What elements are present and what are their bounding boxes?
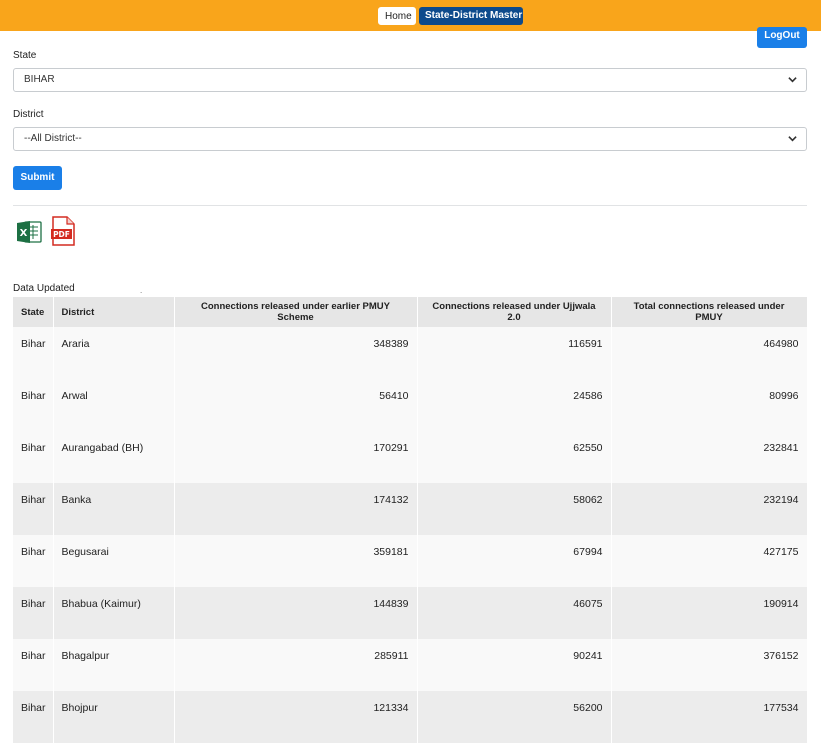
cell-earlier-pmuy: 56410 xyxy=(174,379,418,431)
column-header-ujjwala-2[interactable]: Connections released under Ujjwala 2.0 xyxy=(417,297,612,327)
chevron-down-icon xyxy=(788,77,797,83)
cell-ujjwala-2: 46075 xyxy=(417,587,612,639)
data-updated-value: . xyxy=(140,286,143,295)
cell-district: Arwal xyxy=(53,379,175,431)
table-row: Bihar Bhabua (Kaimur) 144839 46075 19091… xyxy=(13,587,808,639)
cell-district: Bhojpur xyxy=(53,691,175,743)
column-header-earlier-pmuy[interactable]: Connections released under earlier PMUY … xyxy=(174,297,418,327)
cell-total-pmuy: 232194 xyxy=(611,483,808,535)
cell-total-pmuy: 232841 xyxy=(611,431,808,483)
table-header-row: State District Connections released unde… xyxy=(13,297,808,327)
cell-district: Begusarai xyxy=(53,535,175,587)
cell-ujjwala-2: 62550 xyxy=(417,431,612,483)
cell-district: Bhagalpur xyxy=(53,639,175,691)
table-row: Bihar Bhojpur 121334 56200 177534 xyxy=(13,691,808,743)
connections-table: State District Connections released unde… xyxy=(13,297,808,743)
cell-earlier-pmuy: 174132 xyxy=(174,483,418,535)
cell-state: Bihar xyxy=(13,483,54,535)
column-header-district[interactable]: District xyxy=(53,297,175,327)
cell-total-pmuy: 464980 xyxy=(611,327,808,379)
table-row: Bihar Arwal 56410 24586 80996 xyxy=(13,379,808,431)
cell-state: Bihar xyxy=(13,379,54,431)
pdf-icon-text: PDF xyxy=(53,230,70,239)
svg-text:X: X xyxy=(20,228,28,239)
submit-button[interactable]: Submit xyxy=(13,166,62,190)
state-label: State xyxy=(13,50,37,61)
table-row: Bihar Bhagalpur 285911 90241 376152 xyxy=(13,639,808,691)
cell-earlier-pmuy: 144839 xyxy=(174,587,418,639)
cell-state: Bihar xyxy=(13,327,54,379)
divider xyxy=(13,205,807,206)
cell-ujjwala-2: 56200 xyxy=(417,691,612,743)
cell-ujjwala-2: 24586 xyxy=(417,379,612,431)
cell-district: Bhabua (Kaimur) xyxy=(53,587,175,639)
district-label: District xyxy=(13,109,44,120)
column-header-total-pmuy[interactable]: Total connections released under PMUY xyxy=(611,297,808,327)
cell-total-pmuy: 80996 xyxy=(611,379,808,431)
cell-earlier-pmuy: 348389 xyxy=(174,327,418,379)
cell-earlier-pmuy: 285911 xyxy=(174,639,418,691)
cell-total-pmuy: 376152 xyxy=(611,639,808,691)
cell-earlier-pmuy: 170291 xyxy=(174,431,418,483)
cell-district: Aurangabad (BH) xyxy=(53,431,175,483)
table-row: Bihar Araria 348389 116591 464980 xyxy=(13,327,808,379)
cell-ujjwala-2: 90241 xyxy=(417,639,612,691)
top-nav-bar: Home State-District Master xyxy=(0,0,821,31)
home-nav-button[interactable]: Home xyxy=(378,7,416,25)
cell-state: Bihar xyxy=(13,587,54,639)
cell-state: Bihar xyxy=(13,639,54,691)
cell-district: Banka xyxy=(53,483,175,535)
cell-total-pmuy: 190914 xyxy=(611,587,808,639)
district-select-value: --All District-- xyxy=(24,133,82,144)
cell-state: Bihar xyxy=(13,691,54,743)
excel-icon[interactable]: X xyxy=(16,219,42,245)
logout-button[interactable]: LogOut xyxy=(757,27,807,48)
data-updated-label: Data Updated xyxy=(13,283,75,294)
cell-ujjwala-2: 58062 xyxy=(417,483,612,535)
cell-earlier-pmuy: 359181 xyxy=(174,535,418,587)
state-select-value: BIHAR xyxy=(24,74,55,85)
cell-ujjwala-2: 116591 xyxy=(417,327,612,379)
district-select[interactable]: --All District-- xyxy=(13,127,807,151)
table-row: Bihar Begusarai 359181 67994 427175 xyxy=(13,535,808,587)
chevron-down-icon xyxy=(788,136,797,142)
cell-total-pmuy: 177534 xyxy=(611,691,808,743)
cell-district: Araria xyxy=(53,327,175,379)
state-select[interactable]: BIHAR xyxy=(13,68,807,92)
cell-state: Bihar xyxy=(13,535,54,587)
column-header-state[interactable]: State xyxy=(13,297,54,327)
cell-total-pmuy: 427175 xyxy=(611,535,808,587)
state-district-master-nav-button[interactable]: State-District Master xyxy=(419,7,523,25)
cell-earlier-pmuy: 121334 xyxy=(174,691,418,743)
pdf-icon[interactable]: PDF xyxy=(50,216,76,246)
table-row: Bihar Banka 174132 58062 232194 xyxy=(13,483,808,535)
cell-ujjwala-2: 67994 xyxy=(417,535,612,587)
cell-state: Bihar xyxy=(13,431,54,483)
table-row: Bihar Aurangabad (BH) 170291 62550 23284… xyxy=(13,431,808,483)
